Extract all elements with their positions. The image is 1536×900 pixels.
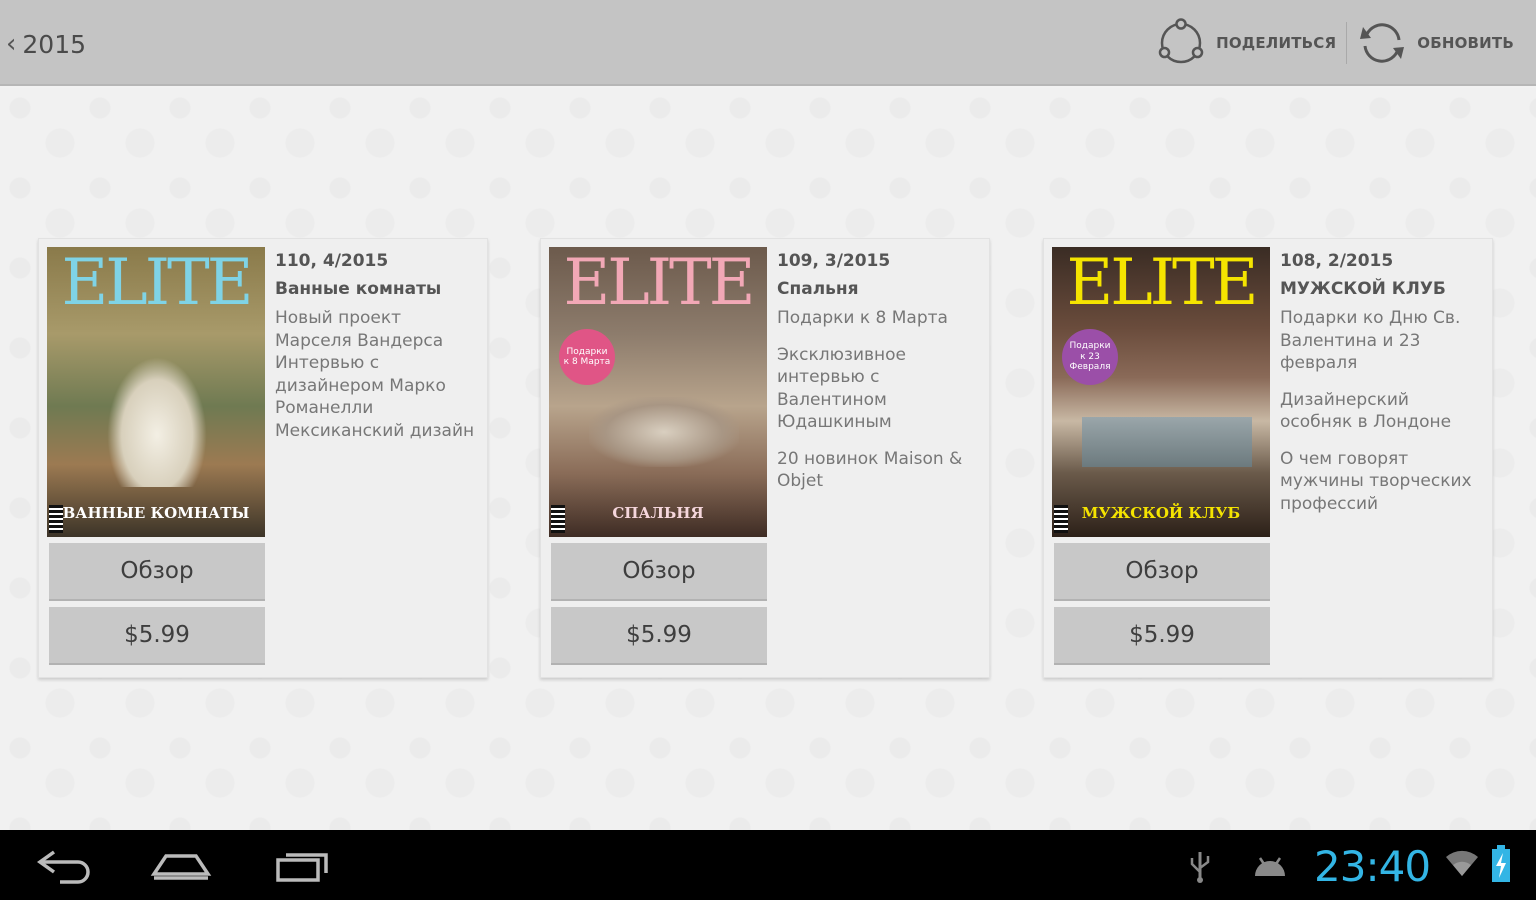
buy-button[interactable]: $5.99	[551, 607, 767, 665]
issue-card: ELITE ВАННЫЕ КОМНАТЫ Обзор $5.99 110, 4/…	[38, 238, 488, 678]
issue-title: Ванные комнаты	[275, 279, 442, 299]
issue-info: 109, 3/2015 Спальня Подарки к 8 Марта Эк…	[777, 251, 983, 507]
buy-button[interactable]: $5.99	[49, 607, 265, 665]
back-button[interactable]: ‹ 2015	[6, 26, 86, 62]
recent-apps-icon[interactable]	[268, 844, 338, 886]
issue-info: 110, 4/2015 Ванные комнаты Новый проект …	[275, 251, 481, 456]
cover-headline: МУЖСКОЙ КЛУБ	[1081, 503, 1241, 522]
issue-description: 20 новинок Maison & Objet	[777, 448, 963, 492]
refresh-icon	[1360, 23, 1405, 63]
cover-sticker: Подарки к 8 Марта	[559, 329, 615, 385]
issue-description: Подарки ко Дню Св. Валентина и 23 феврал…	[1280, 308, 1461, 373]
review-button[interactable]: Обзор	[49, 543, 265, 601]
cover-brand: ELITE	[1066, 247, 1259, 320]
review-button[interactable]: Обзор	[551, 543, 767, 601]
battery-charging-icon	[1492, 845, 1510, 882]
back-label: 2015	[22, 29, 87, 59]
issue-description: О чем говорят мужчины творческих професс…	[1280, 448, 1472, 514]
action-items: поделиться обновить	[1146, 14, 1524, 72]
system-nav-bar: 23:40	[0, 830, 1536, 900]
share-button[interactable]: поделиться	[1146, 14, 1346, 72]
cover-headline: ВАННЫЕ КОМНАТЫ	[62, 503, 250, 522]
chevron-left-icon: ‹	[6, 29, 17, 59]
issue-title: Спальня	[777, 279, 859, 299]
share-label: поделиться	[1216, 34, 1337, 52]
issue-card: ELITE Подарки к 23 Февраля МУЖСКОЙ КЛУБ …	[1043, 238, 1493, 678]
buy-button[interactable]: $5.99	[1054, 607, 1270, 665]
issues-grid: ELITE ВАННЫЕ КОМНАТЫ Обзор $5.99 110, 4/…	[0, 88, 1536, 830]
issue-number: 110, 4/2015	[275, 251, 389, 271]
issue-description: Эксклюзивное интервью с Валентином Юдашк…	[777, 344, 907, 433]
home-nav-icon[interactable]	[146, 844, 216, 886]
action-bar: ‹ 2015 поделиться обновить	[0, 0, 1536, 86]
issue-info: 108, 2/2015 МУЖСКОЙ КЛУБ Подарки ко Дню …	[1280, 251, 1486, 529]
issue-title: МУЖСКОЙ КЛУБ	[1280, 279, 1446, 299]
review-button[interactable]: Обзор	[1054, 543, 1270, 601]
android-debug-icon	[1255, 857, 1285, 876]
issue-number: 109, 3/2015	[777, 251, 891, 271]
cover-sticker: Подарки к 23 Февраля	[1062, 329, 1118, 385]
issue-description: Дизайнерский особняк в Лондоне	[1280, 389, 1452, 433]
barcode-icon	[551, 505, 565, 533]
cover-headline: СПАЛЬНЯ	[612, 503, 704, 522]
refresh-label: обновить	[1417, 34, 1514, 52]
barcode-icon	[49, 505, 63, 533]
cover-brand: ELITE	[61, 247, 254, 320]
issue-cover[interactable]: ELITE Подарки к 23 Февраля МУЖСКОЙ КЛУБ	[1052, 247, 1270, 537]
refresh-button[interactable]: обновить	[1347, 14, 1524, 72]
issue-card: ELITE Подарки к 8 Марта СПАЛЬНЯ Обзор $5…	[540, 238, 990, 678]
usb-icon	[1190, 852, 1210, 883]
issue-cover[interactable]: ELITE ВАННЫЕ КОМНАТЫ	[47, 247, 265, 537]
cover-brand: ELITE	[563, 247, 756, 320]
share-icon	[1158, 18, 1204, 64]
back-nav-icon[interactable]	[30, 844, 100, 886]
issue-number: 108, 2/2015	[1280, 251, 1394, 271]
issue-description: Новый проект Марселя Вандерса Интервью с…	[275, 308, 475, 441]
barcode-icon	[1054, 505, 1068, 533]
status-clock: 23:40	[1314, 842, 1431, 891]
wifi-icon	[1446, 850, 1478, 876]
issue-description: Подарки к 8 Марта	[777, 308, 948, 328]
issue-cover[interactable]: ELITE Подарки к 8 Марта СПАЛЬНЯ	[549, 247, 767, 537]
